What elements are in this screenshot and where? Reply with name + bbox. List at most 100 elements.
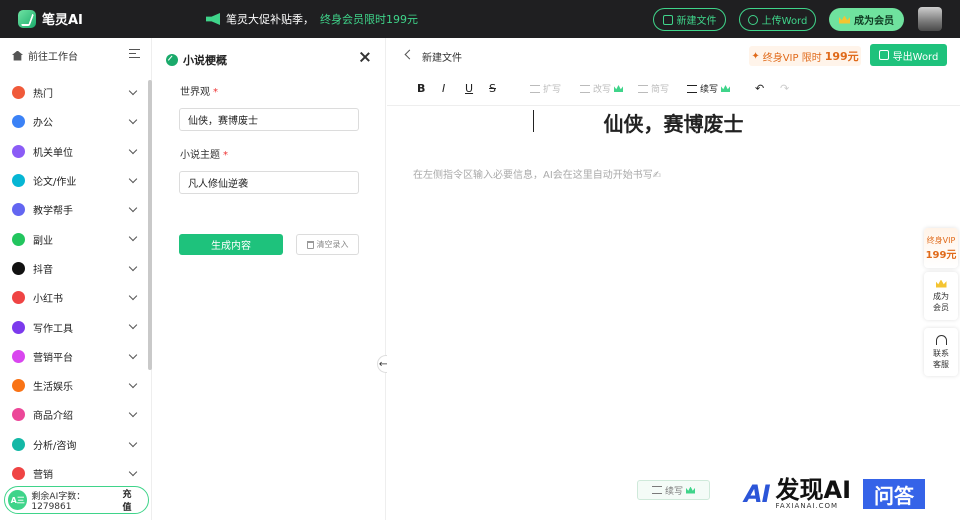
upload-word-button[interactable]: 上传Word [739,8,816,31]
required-mark: * [223,150,228,161]
home-icon [12,50,23,61]
float-member-line1: 成为 [933,291,949,301]
crown-icon [686,486,695,494]
export-word-button[interactable]: 导出Word [870,44,947,66]
float-become-member[interactable]: 成为 会员 [924,272,958,320]
sidebar-item[interactable]: 小红书 [0,283,146,312]
sidebar-item[interactable]: 生活娱乐 [0,371,146,400]
sidebar-item[interactable]: 营销平台 [0,342,146,371]
clear-button[interactable]: 清空录入 [296,234,359,255]
category-icon [12,261,25,275]
collapse-menu-icon[interactable] [129,49,140,58]
category-icon [12,291,25,305]
trash-icon [306,240,314,249]
panel-title: 小说梗概 [166,52,227,68]
chevron-down-icon[interactable] [128,291,138,301]
chevron-down-icon[interactable] [128,233,138,242]
sparkle-icon: ✦ [751,50,760,62]
chevron-down-icon[interactable] [128,116,138,125]
sidebar-item[interactable]: 写作工具 [0,312,146,341]
sidebar-item[interactable]: 办公 [0,107,146,136]
redo-button[interactable]: ↷ [780,82,789,95]
strikethrough-button[interactable]: S [489,82,496,95]
sidebar-item-label: 机关单位 [33,147,73,159]
sidebar-item[interactable]: 分析/咨询 [0,430,146,459]
chevron-down-icon[interactable] [128,321,138,330]
sidebar-item[interactable]: 机关单位 [0,137,146,166]
rewrite-button[interactable]: 改写 [580,82,624,95]
become-member-button[interactable]: 成为会员 [829,8,904,31]
chevron-down-icon[interactable] [128,145,138,154]
expand-button[interactable]: 扩写 [530,82,561,95]
float-service-line1: 联系 [933,348,949,358]
simplify-button[interactable]: 简写 [638,82,669,95]
rewrite-label: 改写 [593,85,612,95]
continue-chip-label: 续写 [664,486,683,497]
promo-highlight: 终身会员限时199元 [320,13,418,26]
continue-chip-icon [651,486,662,494]
chevron-down-icon[interactable] [128,262,138,272]
avatar[interactable] [918,7,942,31]
chevron-down-icon[interactable] [128,350,138,359]
sidebar-item[interactable]: 教学帮手 [0,195,146,224]
word-balance: A三 剩余AI字数：1279861 充值 [4,486,149,514]
promo-banner[interactable]: 笔灵大促补贴季， 终身会员限时199元 [206,11,418,27]
app-name: 笔灵AI [42,13,83,28]
sidebar-item-label: 写作工具 [33,323,73,335]
workspace-link[interactable]: 前往工作台 [12,48,140,63]
chevron-down-icon[interactable] [128,379,138,389]
undo-button[interactable]: ↶ [755,82,764,95]
watermark-url: FAXIANAI.COM [775,502,839,510]
watermark-text: 发现AI FAXIANAI.COM [776,478,852,510]
recharge-button[interactable]: 充值 [123,487,140,513]
worldview-label-text: 世界观 [180,87,210,98]
float-customer-service[interactable]: 联系 客服 [924,328,958,376]
instruction-panel: 小说梗概 世界观 * 仙侠，赛博废士 小说主题 * 凡人修仙逆袭 生成内容 清空录入 [153,38,386,520]
editor-placeholder[interactable]: 在左侧指令区输入必要信息，AI会在这里自动开始书写✍ [413,166,661,181]
sidebar-item-label: 营销 [33,470,53,481]
panel-title-text: 小说梗概 [183,54,227,67]
doc-name[interactable]: 新建文件 [422,49,462,64]
crown-icon [614,85,624,92]
rewrite-icon [580,84,590,93]
category-icon [12,408,25,422]
chevron-down-icon[interactable] [128,438,138,447]
underline-button[interactable]: U [465,82,473,95]
sidebar: 前往工作台 热门 办公机关单位论文/作业 教学帮手 副业 抖音 小红书写作工具营销平台生活… [0,38,152,520]
category-icon [12,320,25,334]
worldview-input[interactable]: 仙侠，赛博废士 [179,108,359,131]
document-heading[interactable]: 仙侠，赛博废士 [387,108,960,137]
chevron-down-icon[interactable] [128,409,138,418]
plus-file-icon [662,14,673,25]
new-file-button[interactable]: 新建文件 [653,8,726,31]
vip-promo-badge[interactable]: ✦ 终身VIP 限时 199元 [749,46,861,66]
sidebar-scrollbar[interactable] [148,80,152,370]
app-logo[interactable]: 笔灵AI [18,9,83,28]
theme-input[interactable]: 凡人修仙逆袭 [179,171,359,194]
chevron-down-icon[interactable] [128,467,138,477]
sidebar-item[interactable]: 论文/作业 [0,166,146,195]
italic-button[interactable]: I [442,82,445,95]
category-icon [12,203,25,217]
sidebar-item[interactable]: 商品介绍 [0,400,146,429]
sidebar-item[interactable]: 热门 [0,78,146,107]
editor-header: 新建文件 ✦ 终身VIP 限时 199元 导出Word [387,38,960,73]
sidebar-item-label: 营销平台 [33,352,73,364]
chevron-down-icon[interactable] [128,203,138,213]
close-icon[interactable] [359,51,371,63]
sidebar-item[interactable]: 副业 [0,224,146,253]
chevron-down-icon[interactable] [128,86,138,96]
chevron-down-icon[interactable] [128,174,138,184]
sidebar-item[interactable]: 营销 [0,459,146,488]
generate-button[interactable]: 生成内容 [179,234,283,255]
continue-button[interactable]: 续写 [687,82,731,95]
back-icon[interactable] [404,49,415,60]
text-caret [533,110,534,132]
bold-button[interactable]: B [417,82,425,95]
float-vip-promo[interactable]: 终身VIP 199元 [924,228,958,268]
sidebar-item[interactable]: 抖音 [0,254,146,283]
top-bar: 笔灵AI 笔灵大促补贴季， 终身会员限时199元 新建文件 上传Word 成为会… [0,0,960,38]
continue-writing-chip[interactable]: 续写 [637,480,710,500]
sidebar-item-label: 生活娱乐 [33,382,73,394]
category-icon [12,115,25,129]
